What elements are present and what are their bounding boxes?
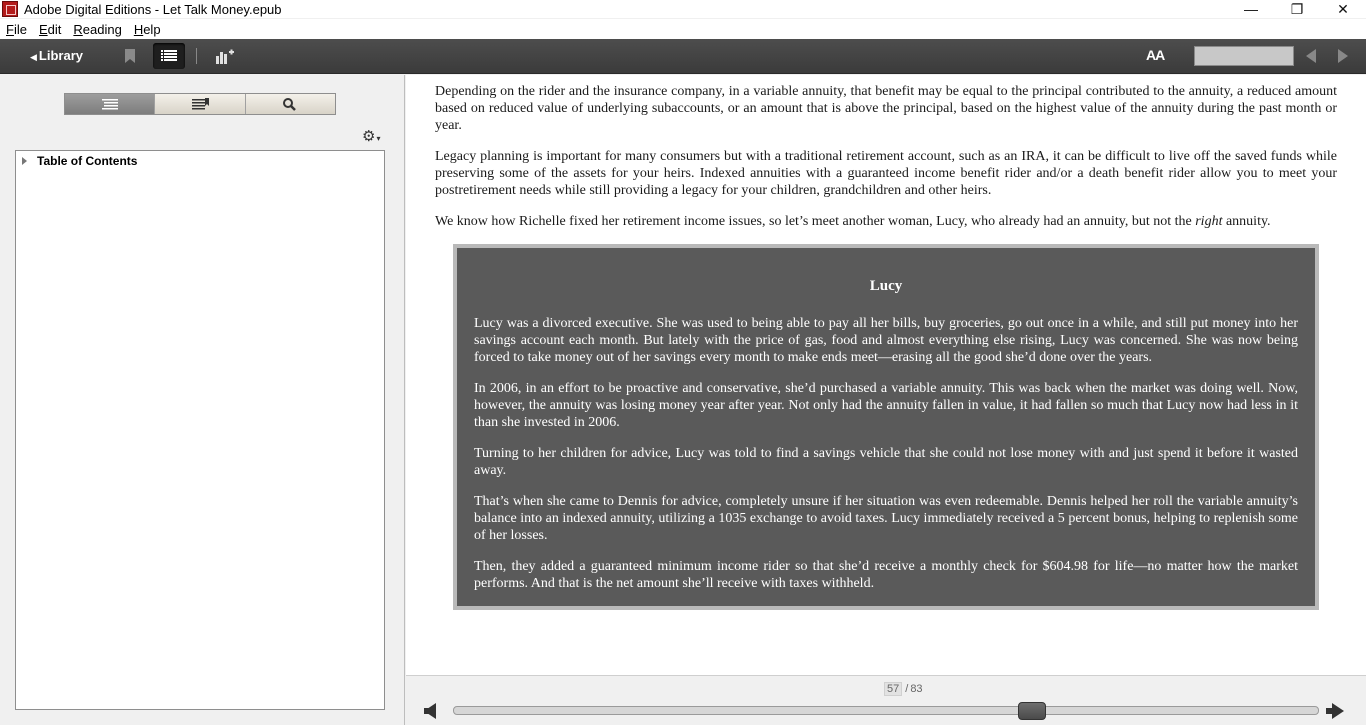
bottom-nav-bar: 57 / 83 xyxy=(406,675,1366,725)
previous-page-arrow-icon[interactable] xyxy=(424,703,436,719)
page-slider-thumb[interactable] xyxy=(1018,702,1046,720)
paragraph-3-emphasis: right xyxy=(1195,214,1223,229)
toolbar: Library AA xyxy=(0,39,1366,74)
close-button[interactable]: ✕ xyxy=(1320,0,1366,18)
menu-bar: File Edit Reading Help xyxy=(0,19,1366,39)
case-study-paragraph-1: Lucy was a divorced executive. She was u… xyxy=(474,316,1298,365)
toolbar-separator xyxy=(196,48,197,64)
maximize-button[interactable]: ❐ xyxy=(1274,0,1320,18)
sidebar: ⚙ Table of Contents xyxy=(0,75,405,725)
menu-file-accel: F xyxy=(6,21,14,37)
page-indicator: 57 / 83 xyxy=(884,682,923,696)
total-pages: 83 xyxy=(910,683,923,695)
paragraph-3-after: annuity. xyxy=(1222,214,1271,229)
menu-reading-accel: R xyxy=(73,21,83,37)
paragraph-3: We know how Richelle fixed her retiremen… xyxy=(435,213,1337,230)
toc-view-icon xyxy=(101,99,118,110)
case-study-paragraph-2: In 2006, in an effort to be proactive an… xyxy=(474,381,1298,430)
next-page-arrow-icon[interactable] xyxy=(1326,703,1344,719)
case-study-paragraph-3: Turning to her children for advice, Lucy… xyxy=(474,446,1298,478)
menu-edit-accel: E xyxy=(38,21,48,37)
toc-root-item[interactable]: Table of Contents xyxy=(22,154,137,168)
menu-file[interactable]: File xyxy=(0,22,33,37)
next-page-icon[interactable] xyxy=(1338,49,1348,63)
toc-toggle-button[interactable] xyxy=(153,43,185,69)
menu-edit-label: dit xyxy=(47,21,62,37)
case-study-paragraph-5: Then, they added a guaranteed minimum in… xyxy=(474,559,1298,591)
title-bar: Adobe Digital Editions - Let Talk Money.… xyxy=(0,0,1366,18)
case-study-box: Lucy Lucy was a divorced executive. She … xyxy=(453,244,1319,610)
tab-toc-view[interactable] xyxy=(65,94,156,114)
minimize-button[interactable]: — xyxy=(1228,0,1274,18)
case-study-paragraph-4: That’s when she came to Dennis for advic… xyxy=(474,494,1298,543)
toc-list-icon xyxy=(161,50,177,61)
stats-add-icon[interactable] xyxy=(214,48,234,64)
tab-search-view[interactable] xyxy=(245,94,335,114)
bookmarks-view-icon xyxy=(191,98,209,110)
library-button[interactable]: Library xyxy=(30,48,83,63)
gear-icon[interactable]: ⚙ xyxy=(362,127,380,145)
sidebar-view-tabs xyxy=(64,93,336,115)
window-title: Adobe Digital Editions - Let Talk Money.… xyxy=(24,1,282,17)
adobe-app-icon xyxy=(2,1,18,17)
menu-edit[interactable]: Edit xyxy=(33,22,67,37)
menu-reading-label: eading xyxy=(82,21,122,37)
current-page-number[interactable]: 57 xyxy=(884,682,903,696)
page-separator: / xyxy=(905,683,909,695)
menu-help-label: elp xyxy=(143,21,161,37)
page-slider-track[interactable] xyxy=(453,702,1319,720)
menu-help-accel: H xyxy=(133,21,144,37)
menu-reading[interactable]: Reading xyxy=(67,22,127,37)
paragraph-3-before: We know how Richelle fixed her retiremen… xyxy=(435,214,1196,229)
tab-bookmarks-view[interactable] xyxy=(155,94,246,114)
menu-file-label: ile xyxy=(13,21,27,37)
book-page: Depending on the rider and the insurance… xyxy=(435,83,1337,610)
font-size-icon[interactable]: AA xyxy=(1146,47,1165,63)
case-study-title: Lucy xyxy=(869,278,903,294)
menu-help[interactable]: Help xyxy=(128,22,167,37)
paragraph-1: Depending on the rider and the insurance… xyxy=(435,84,1337,133)
paragraph-2: Legacy planning is important for many co… xyxy=(435,149,1337,198)
search-view-icon xyxy=(283,98,297,111)
reading-pane[interactable]: Depending on the rider and the insurance… xyxy=(406,75,1366,675)
prev-page-icon[interactable] xyxy=(1306,49,1316,63)
toc-root-label: Table of Contents xyxy=(37,154,138,168)
expand-triangle-icon[interactable] xyxy=(22,157,27,165)
toc-panel: Table of Contents xyxy=(15,150,385,710)
search-input[interactable] xyxy=(1194,46,1294,66)
bookmark-icon[interactable] xyxy=(124,49,136,63)
